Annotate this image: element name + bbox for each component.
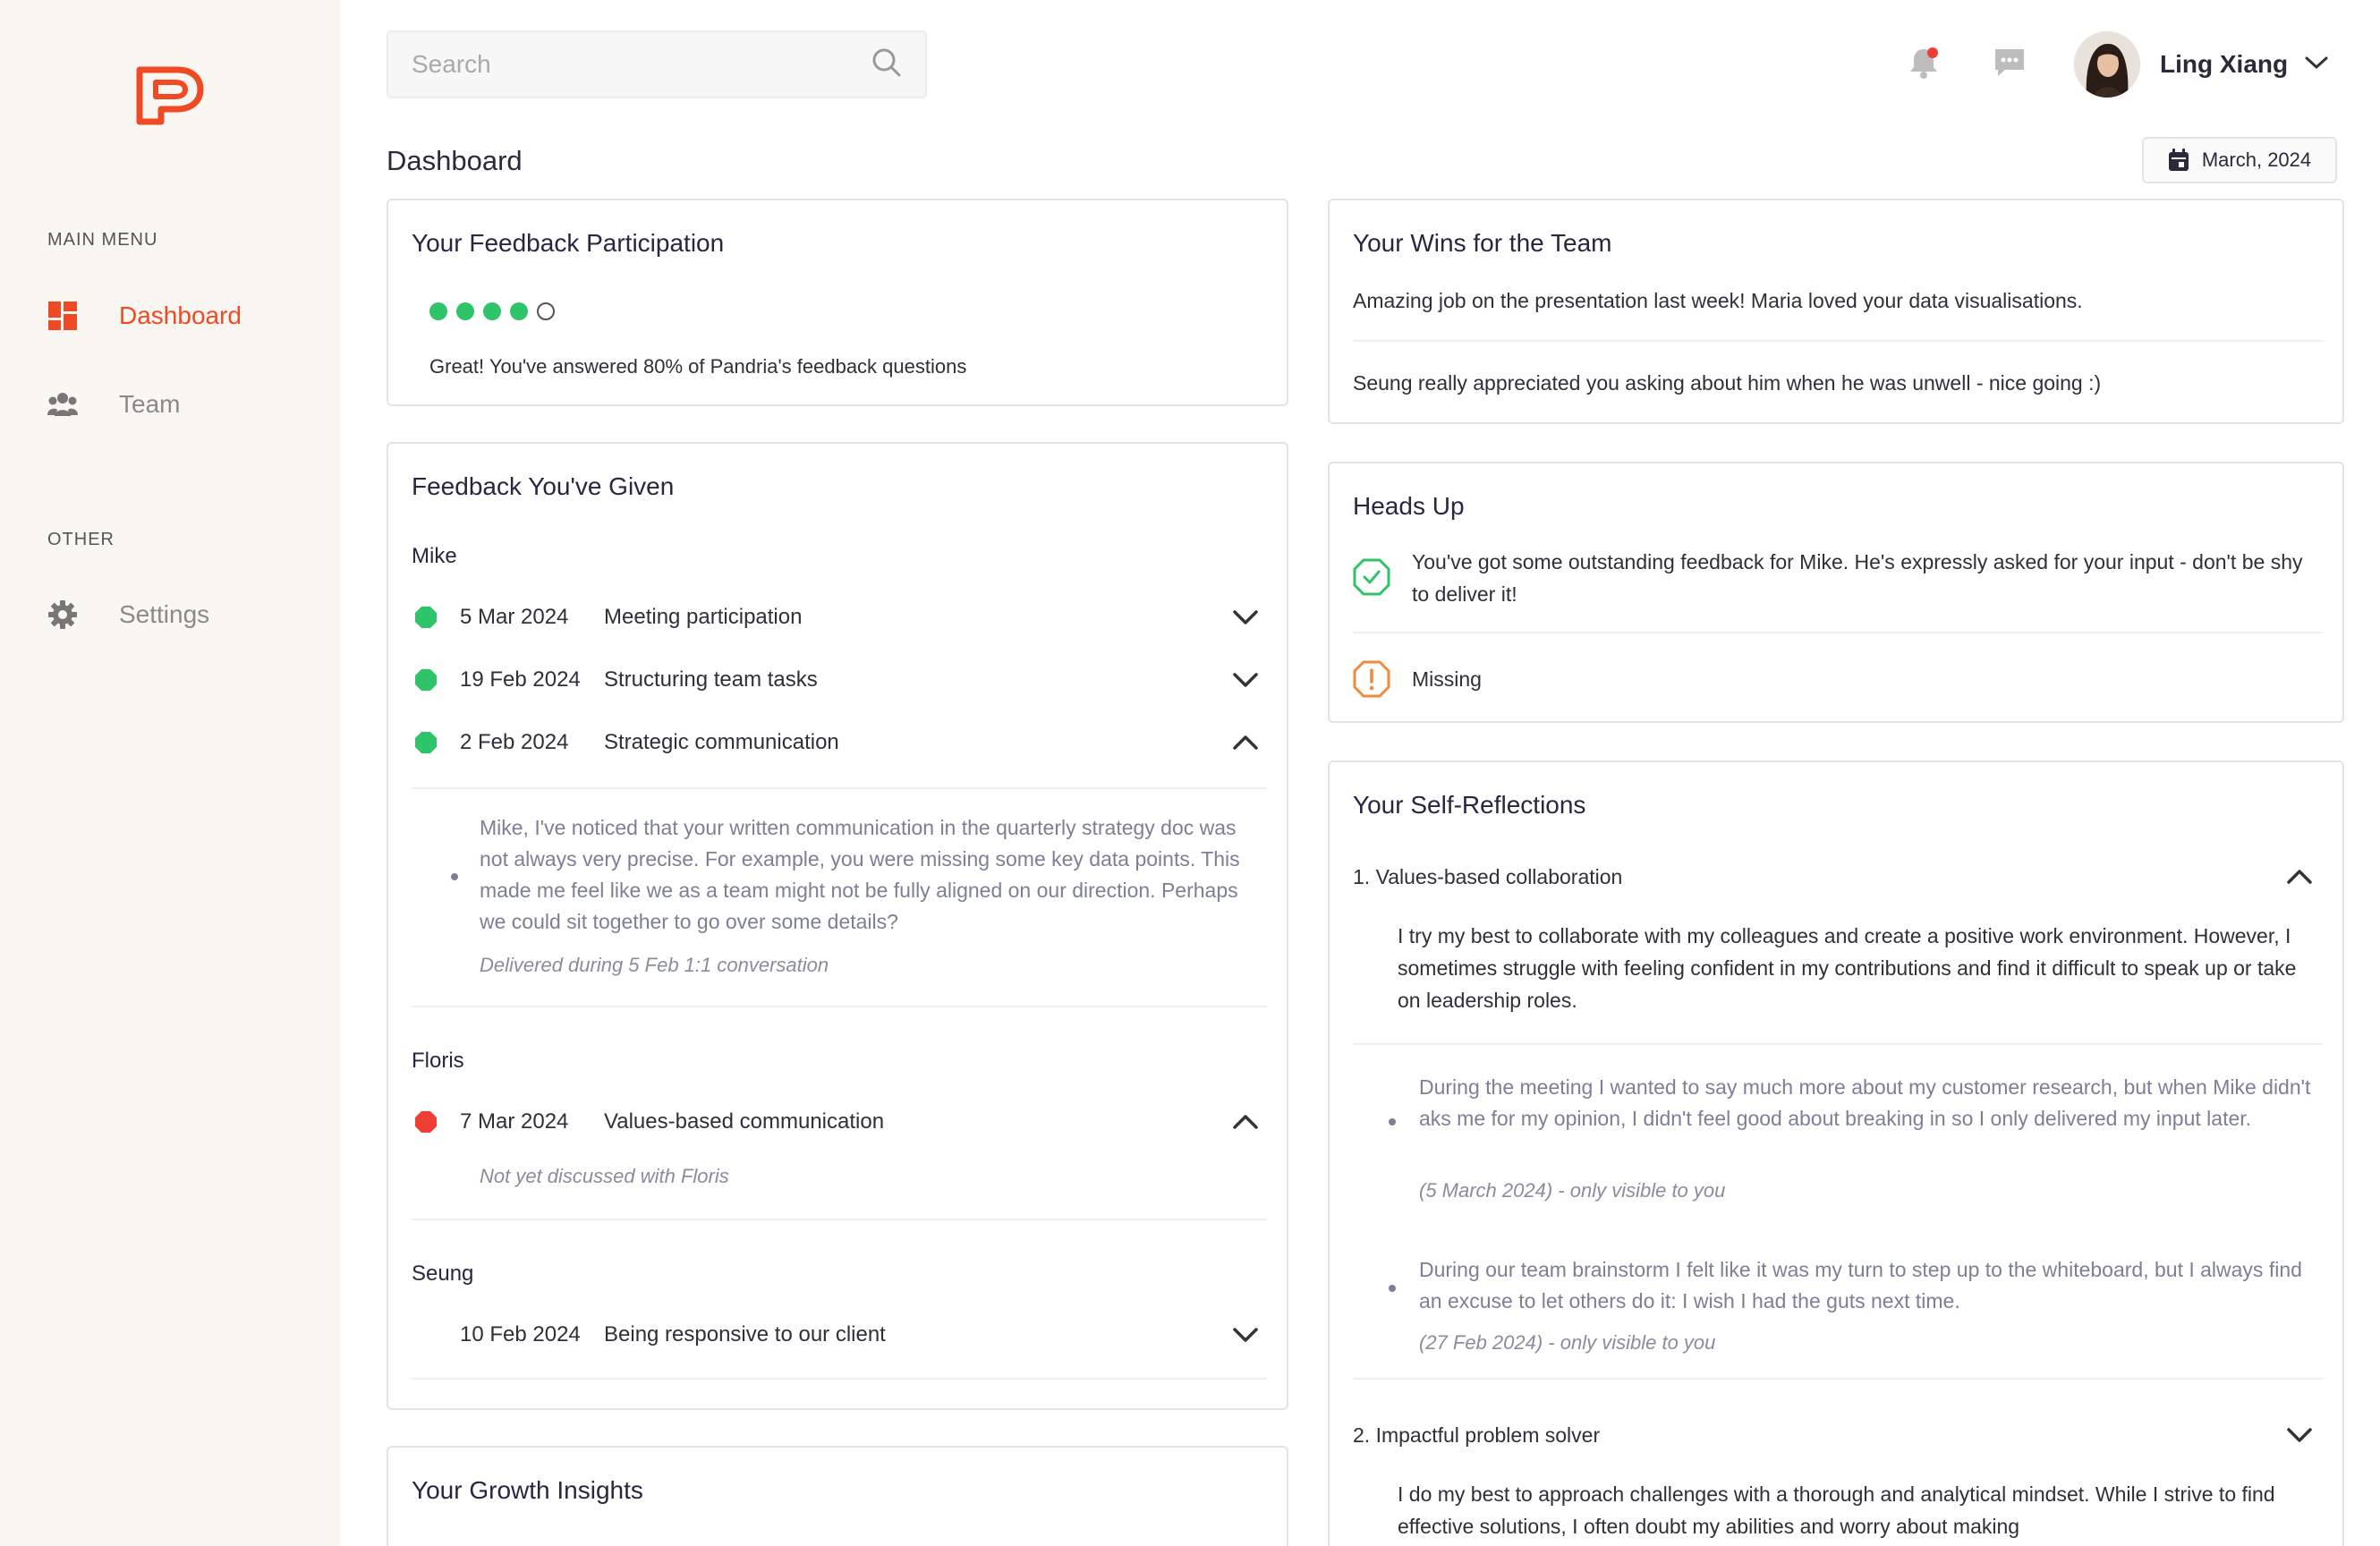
chevron-up-icon[interactable] [2282,859,2317,895]
heads-up-title: Heads Up [1353,492,1465,520]
chevron-up-icon[interactable] [1228,1104,1263,1140]
progress-dot-empty [537,302,555,320]
page-title: Dashboard [387,145,523,176]
reflection-body: I do my best to approach challenges with… [1398,1482,2275,1538]
wins-card: Your Wins for the Team Amazing job on th… [1328,199,2344,424]
reflection-note: During the meeting I wanted to say much … [1419,1075,2311,1130]
gear-icon [47,599,78,630]
search-box[interactable] [387,30,927,98]
feedback-date: 2 Feb 2024 [460,730,569,754]
user-menu[interactable]: Ling Xiang [2074,30,2329,98]
feedback-date: 5 Mar 2024 [460,605,569,629]
wins-title: Your Wins for the Team [1353,229,1612,257]
status-green-icon [415,732,437,753]
feedback-date: 19 Feb 2024 [460,667,581,692]
person-name: Mike [412,544,457,568]
month-picker-button[interactable]: March, 2024 [2142,137,2337,183]
feedback-detail: Mike, I've noticed that your written com… [480,816,1240,933]
feedback-note: Delivered during 5 Feb 1:1 conversation [480,954,829,976]
status-green-icon [415,607,437,628]
reflection-body: I try my best to collaborate with my col… [1398,924,2297,1012]
check-badge-icon [1353,558,1390,596]
avatar [2074,31,2140,98]
chevron-down-icon[interactable] [1228,1317,1263,1353]
win-item: Amazing job on the presentation last wee… [1353,289,2083,312]
reflection-note-meta: (27 Feb 2024) - only visible to you [1419,1331,1716,1354]
bell-icon[interactable] [1906,45,1942,81]
pandria-logo[interactable] [134,64,206,127]
chat-icon[interactable] [1992,45,2027,81]
sidebar-item-label: Dashboard [119,302,242,329]
sidebar-item-dashboard[interactable]: Dashboard [47,293,242,338]
sidebar-item-label: Settings [119,600,210,628]
participation-message: Great! You've answered 80% of Pandria's … [429,355,967,378]
progress-dot-filled [483,302,501,320]
bullet [1389,1118,1396,1126]
heads-up-card: Heads Up You've got some outstanding fee… [1328,462,2344,723]
heads-up-text: You've got some outstanding feedback for… [1412,550,2303,606]
warning-badge-icon [1353,660,1390,698]
self-reflections-title: Your Self-Reflections [1353,791,1586,819]
feedback-note: Not yet discussed with Floris [480,1165,729,1187]
participation-card: Your Feedback Participation Great! You'v… [387,199,1288,406]
progress-dot-filled [429,302,447,320]
bullet [451,873,458,880]
reflection-heading: 2. Impactful problem solver [1353,1423,1601,1447]
feedback-topic: Strategic communication [604,730,839,754]
chevron-down-icon[interactable] [2304,55,2329,75]
search-icon[interactable] [871,47,902,82]
self-reflections-card: Your Self-Reflections 1. Values-based co… [1328,760,2344,1546]
feedback-date: 10 Feb 2024 [460,1322,581,1346]
feedback-topic: Being responsive to our client [604,1322,886,1346]
sidebar: MAIN MENU Dashboard Team OTHER Settings [0,0,340,1546]
chevron-down-icon[interactable] [1228,599,1263,635]
growth-insights-card: Your Growth Insights [387,1446,1288,1546]
feedback-given-title: Feedback You've Given [412,472,675,500]
month-label: March, 2024 [2201,149,2312,171]
person-name: Floris [412,1049,464,1073]
divider [412,1006,1267,1007]
divider [412,1219,1267,1220]
sidebar-item-label: Team [119,390,181,418]
sidebar-item-settings[interactable]: Settings [47,592,209,637]
reflection-note-meta: (5 March 2024) - only visible to you [1419,1179,1726,1202]
person-name: Seung [412,1261,474,1286]
reflection-note: During our team brainstorm I felt like i… [1419,1258,2302,1312]
dashboard-icon [47,301,78,331]
divider [1353,1043,2323,1045]
divider [1353,340,2323,342]
growth-insights-title: Your Growth Insights [412,1476,643,1504]
feedback-topic: Meeting participation [604,605,803,629]
divider [1353,632,2323,633]
participation-progress [429,302,555,320]
chevron-down-icon[interactable] [2282,1417,2317,1453]
feedback-given-card: Feedback You've Given Mike 5 Mar 2024 Me… [387,442,1288,1410]
feedback-date: 7 Mar 2024 [460,1109,569,1134]
bullet [1389,1285,1396,1292]
main-menu-title: MAIN MENU [47,230,158,250]
team-icon [47,389,78,420]
chevron-down-icon[interactable] [1228,662,1263,698]
feedback-topic: Structuring team tasks [604,667,818,692]
divider [412,787,1267,789]
win-item: Seung really appreciated you asking abou… [1353,371,2102,395]
sidebar-item-team[interactable]: Team [47,382,180,427]
reflection-heading: 1. Values-based collaboration [1353,865,1623,888]
heads-up-text: Missing [1412,667,1482,691]
chevron-up-icon[interactable] [1228,725,1263,760]
divider [412,1378,1267,1380]
progress-dot-filled [510,302,528,320]
calendar-icon [2168,149,2189,171]
status-red-icon [415,1111,437,1133]
status-green-icon [415,669,437,691]
feedback-topic: Values-based communication [604,1109,885,1134]
participation-title: Your Feedback Participation [412,229,725,257]
progress-dot-filled [456,302,474,320]
search-input[interactable] [412,50,871,79]
divider [1353,1378,2323,1380]
other-menu-title: OTHER [47,530,115,549]
user-name: Ling Xiang [2160,50,2289,78]
